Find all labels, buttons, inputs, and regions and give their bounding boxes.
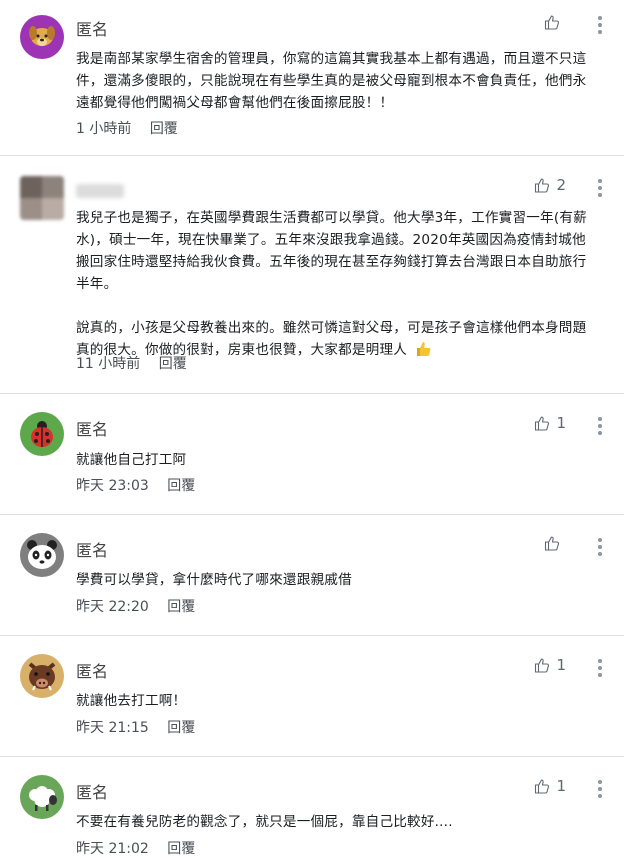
like-button[interactable] bbox=[544, 535, 566, 551]
like-count: 2 bbox=[556, 176, 566, 194]
more-options-icon[interactable] bbox=[598, 16, 602, 34]
sheep-icon[interactable] bbox=[20, 775, 64, 819]
like-button[interactable] bbox=[544, 14, 566, 30]
comment-paragraph: 學費可以學貸，拿什麼時代了哪來還跟親戚借 bbox=[76, 572, 352, 588]
like-button[interactable]: 1 bbox=[534, 656, 566, 674]
panda-icon[interactable] bbox=[20, 533, 64, 577]
comment-meta: 1 小時前 回覆 bbox=[76, 118, 178, 138]
like-button[interactable]: 1 bbox=[534, 777, 566, 795]
thumbs-up-icon bbox=[544, 535, 560, 551]
comment-author[interactable]: 匿名 bbox=[76, 416, 108, 440]
comment-meta: 昨天 22:20 回覆 bbox=[76, 596, 195, 616]
comment-time[interactable]: 昨天 21:15 bbox=[76, 720, 149, 736]
blurred-avatar[interactable] bbox=[20, 176, 64, 220]
comment-paragraph: 我是南部某家學生宿舍的管理員，你寫的這篇其實我基本上都有遇過，而且還不只這件，還… bbox=[76, 51, 587, 111]
comment-author[interactable]: 匿名 bbox=[76, 537, 108, 561]
thumbs-up-icon bbox=[544, 14, 560, 30]
thumbs-up-icon bbox=[534, 415, 550, 431]
reply-link[interactable]: 回覆 bbox=[159, 356, 187, 372]
reply-link[interactable]: 回覆 bbox=[167, 720, 195, 736]
comment-time[interactable]: 昨天 23:03 bbox=[76, 478, 149, 494]
comment-author[interactable]: 匿名 bbox=[76, 658, 108, 682]
comment-author-blurred[interactable] bbox=[76, 184, 124, 198]
like-button[interactable]: 2 bbox=[534, 176, 566, 194]
ladybug-icon[interactable] bbox=[20, 412, 64, 456]
comment-time[interactable]: 11 小時前 bbox=[76, 356, 140, 372]
like-count: 1 bbox=[556, 777, 566, 795]
more-options-icon[interactable] bbox=[598, 780, 602, 798]
thumbs-up-icon bbox=[534, 778, 550, 794]
more-options-icon[interactable] bbox=[598, 538, 602, 556]
comment-paragraph: 不要在有養兒防老的觀念了，就只是一個屁，靠自己比較好.... bbox=[76, 814, 453, 830]
comment-item: 2 我兒子也是獨子，在英國學費跟生活費都可以學貸。他大學3年，工作實習一年(有薪… bbox=[0, 156, 624, 394]
thumbs-up-icon bbox=[534, 177, 550, 193]
comment-meta: 昨天 21:02 回覆 bbox=[76, 838, 195, 858]
more-options-icon[interactable] bbox=[598, 417, 602, 435]
reply-link[interactable]: 回覆 bbox=[167, 841, 195, 857]
comment-meta: 昨天 21:15 回覆 bbox=[76, 717, 195, 737]
comment-text: 學費可以學貸，拿什麼時代了哪來還跟親戚借 bbox=[76, 569, 594, 591]
comment-item: 匿名 1 不要在有養兒防老的觀念了，就只是一個屁，靠自己比較好.... 昨天 2… bbox=[0, 757, 624, 864]
comment-meta: 昨天 23:03 回覆 bbox=[76, 475, 195, 495]
comment-item: 匿名 1 就讓他自己打工阿 昨天 23:03 回覆 bbox=[0, 394, 624, 515]
dog-icon[interactable] bbox=[20, 15, 64, 59]
comment-paragraph: 我兒子也是獨子，在英國學費跟生活費都可以學貸。他大學3年，工作實習一年(有薪水)… bbox=[76, 210, 587, 292]
like-count: 1 bbox=[556, 414, 566, 432]
comment-time[interactable]: 昨天 22:20 bbox=[76, 599, 149, 615]
comment-time[interactable]: 昨天 21:02 bbox=[76, 841, 149, 857]
comment-item: 匿名 我是南部某家學生宿舍的管理員，你寫的這篇其實我基本上都有遇過，而且還不只這… bbox=[0, 0, 624, 156]
more-options-icon[interactable] bbox=[598, 179, 602, 197]
like-button[interactable]: 1 bbox=[534, 414, 566, 432]
comment-item: 匿名 1 就讓他去打工啊！ 昨天 21:15 回覆 bbox=[0, 636, 624, 757]
thumbs-up-icon bbox=[534, 657, 550, 673]
reply-link[interactable]: 回覆 bbox=[167, 478, 195, 494]
comment-paragraph: 就讓他去打工啊！ bbox=[76, 693, 187, 709]
like-count: 1 bbox=[556, 656, 566, 674]
comment-item: 匿名 學費可以學貸，拿什麼時代了哪來還跟親戚借 昨天 22:20 回覆 bbox=[0, 515, 624, 636]
more-options-icon[interactable] bbox=[598, 659, 602, 677]
reply-link[interactable]: 回覆 bbox=[167, 599, 195, 615]
boar-icon[interactable] bbox=[20, 654, 64, 698]
comment-author[interactable]: 匿名 bbox=[76, 16, 108, 40]
comment-text: 就讓他自己打工阿 bbox=[76, 449, 594, 471]
comment-text: 我兒子也是獨子，在英國學費跟生活費都可以學貸。他大學3年，工作實習一年(有薪水)… bbox=[76, 207, 594, 361]
reply-link[interactable]: 回覆 bbox=[150, 121, 178, 137]
thumbs-up-emoji-icon bbox=[416, 342, 431, 356]
comment-author[interactable]: 匿名 bbox=[76, 779, 108, 803]
comment-meta: 11 小時前 回覆 bbox=[76, 353, 187, 373]
comment-text: 我是南部某家學生宿舍的管理員，你寫的這篇其實我基本上都有遇過，而且還不只這件，還… bbox=[76, 48, 594, 114]
comment-paragraph: 就讓他自己打工阿 bbox=[76, 452, 187, 468]
comment-time[interactable]: 1 小時前 bbox=[76, 121, 131, 137]
comment-text: 不要在有養兒防老的觀念了，就只是一個屁，靠自己比較好.... bbox=[76, 811, 594, 833]
comment-text: 就讓他去打工啊！ bbox=[76, 690, 594, 712]
